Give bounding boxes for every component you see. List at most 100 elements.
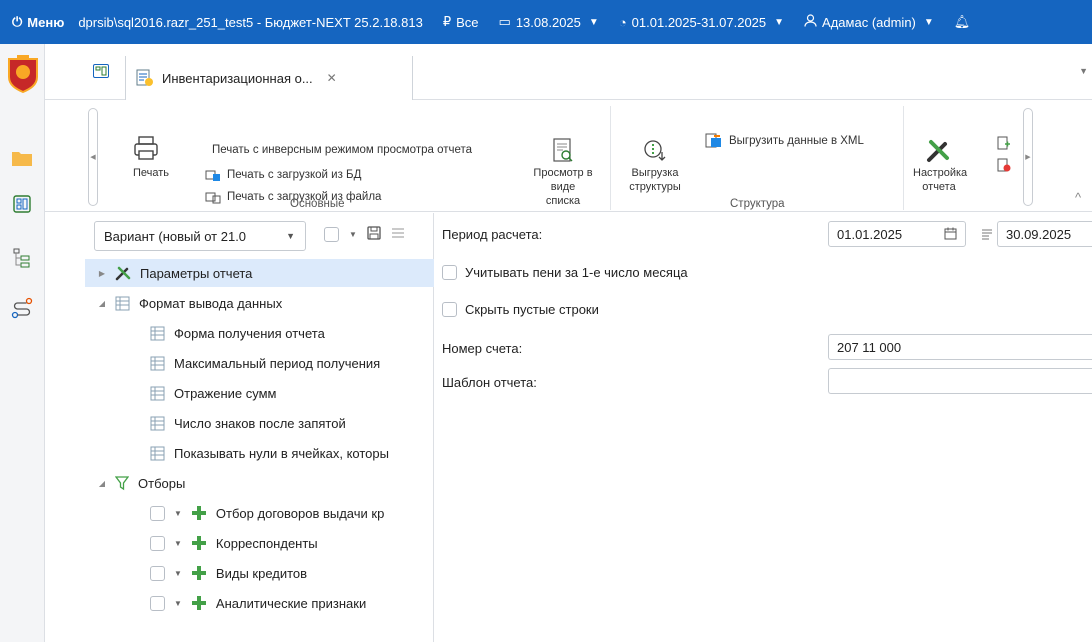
ribbon-scroll-right[interactable]: ▶ xyxy=(1023,108,1033,206)
penalty-label: Учитывать пени за 1-е число месяца xyxy=(465,265,688,280)
period-from-input[interactable]: 01.01.2025 xyxy=(828,221,966,247)
xml-export-icon xyxy=(705,133,721,148)
hierarchy-icon[interactable] xyxy=(8,244,36,272)
tree-node-label: Максимальный период получения xyxy=(174,355,381,371)
tree-node-label: Формат вывода данных xyxy=(139,295,283,311)
table-icon xyxy=(150,386,165,401)
ruble-icon: ₽ xyxy=(442,14,452,29)
power-menu-icon: ⏻ xyxy=(12,14,23,29)
folder-icon[interactable] xyxy=(8,144,36,172)
tree-node-decimals[interactable]: Число знаков после запятой xyxy=(150,409,434,437)
dashboard-icon[interactable] xyxy=(8,190,36,218)
filter-checkbox[interactable] xyxy=(150,565,165,581)
small-doc-delete-icon[interactable] xyxy=(997,158,1011,175)
variant-select-all-checkbox[interactable] xyxy=(324,227,339,242)
tree-node-max-period[interactable]: Максимальный период получения xyxy=(150,349,434,377)
print-db-icon xyxy=(205,170,220,181)
tree-node-label: Отборы xyxy=(138,475,186,491)
print-label: Печать xyxy=(133,167,170,179)
penalty-checkbox-row[interactable]: Учитывать пени за 1-е число месяца xyxy=(442,265,688,280)
table-icon xyxy=(150,416,165,431)
work-date-selector[interactable]: ▭ 13.08.2025 ▼ xyxy=(499,14,599,30)
close-icon[interactable]: ✕ xyxy=(327,71,337,85)
tree-node-correspondents[interactable]: ▼ Корреспонденты xyxy=(150,529,434,557)
ribbon: ◀ Печать Печать с инверсным режимом прос… xyxy=(45,100,1092,212)
left-rail xyxy=(0,44,45,642)
hide-empty-label: Скрыть пустые строки xyxy=(465,302,599,317)
variant-selector[interactable]: Вариант (новый от 21.0 ▼ xyxy=(94,221,306,251)
chevron-down-icon[interactable]: ▼ xyxy=(174,509,182,518)
tree-node-report-params[interactable]: ▶ Параметры отчета xyxy=(85,259,434,287)
desktop-tab-icon[interactable] xyxy=(93,64,109,81)
list-view-button[interactable]: Просмотр в виде списка xyxy=(533,138,593,208)
tree-node-label: Виды кредитов xyxy=(215,565,308,581)
save-icon[interactable] xyxy=(367,226,381,243)
period-to-input[interactable]: 30.09.2025 xyxy=(997,221,1092,247)
filter-checkbox[interactable] xyxy=(150,505,165,521)
tab-inventory-report[interactable]: Инвентаризационная о... ✕ xyxy=(125,56,413,100)
small-doc-add-icon[interactable] xyxy=(997,136,1011,153)
notifications-button[interactable]: 🔔︎ xyxy=(954,14,971,30)
tree-node-filters[interactable]: ◢ Отборы xyxy=(85,469,434,497)
green-plus-icon xyxy=(191,595,207,611)
chevron-down-icon[interactable]: ▼ xyxy=(174,539,182,548)
tree-node-report-form[interactable]: Форма получения отчета xyxy=(150,319,434,347)
report-settings-button[interactable]: Настройка отчета xyxy=(913,138,967,194)
tree-node-loan-types[interactable]: ▼ Виды кредитов xyxy=(150,559,434,587)
expanded-triangle-icon: ◢ xyxy=(98,478,106,488)
collapse-ribbon-icon[interactable]: ^ xyxy=(1075,190,1081,205)
group-label-main: Основные xyxy=(290,198,345,210)
export-structure-button[interactable]: Выгрузка структуры xyxy=(627,138,683,194)
currency-filter-label: Все xyxy=(456,14,479,30)
emblem-logo[interactable] xyxy=(5,54,41,93)
tree-node-label: Форма получения отчета xyxy=(174,325,325,341)
tree-node-loan-contracts-filter[interactable]: ▼ Отбор договоров выдачи кр xyxy=(150,499,434,527)
calendar-icon[interactable] xyxy=(944,227,957,243)
print-inverse-button[interactable]: Печать с инверсным режимом просмотра отч… xyxy=(212,144,472,156)
chevron-down-icon[interactable]: ▼ xyxy=(174,599,182,608)
ribbon-separator xyxy=(903,106,904,210)
chevron-down-icon[interactable]: ▼ xyxy=(174,569,182,578)
filter-checkbox[interactable] xyxy=(150,535,165,551)
user-menu[interactable]: Адамас (admin) ▼ xyxy=(804,14,934,30)
print-db-label: Печать с загрузкой из БД xyxy=(227,169,362,181)
period-selector[interactable]: ◔ 01.01.2025-31.07.2025 ▼ xyxy=(619,15,784,30)
expanded-triangle-icon: ◢ xyxy=(98,298,106,308)
table-icon xyxy=(150,326,165,341)
print-from-db-button[interactable]: Печать с загрузкой из БД xyxy=(205,168,361,182)
tree-node-output-format[interactable]: ◢ Формат вывода данных xyxy=(85,289,434,317)
account-field-label: Номер счета: xyxy=(442,341,523,356)
export-xml-button[interactable]: Выгрузить данные в XML xyxy=(705,133,864,149)
ribbon-scroll-left[interactable]: ◀ xyxy=(88,108,98,206)
hide-empty-checkbox-row[interactable]: Скрыть пустые строки xyxy=(442,302,599,317)
account-number-input[interactable]: 207 11 000 xyxy=(828,334,1092,360)
main-menu-button[interactable]: ⏻ Меню xyxy=(12,14,64,30)
period-to-value: 30.09.2025 xyxy=(1006,226,1072,242)
table-icon xyxy=(150,446,165,461)
chevron-down-icon: ▼ xyxy=(286,231,295,241)
tab-overflow-button[interactable]: ▼ xyxy=(1079,66,1088,76)
list-lines-icon[interactable] xyxy=(391,227,405,242)
tree-node-label: Параметры отчета xyxy=(140,265,253,281)
workflow-route-icon[interactable] xyxy=(8,294,36,322)
tree-node-amounts[interactable]: Отражение сумм xyxy=(150,379,434,407)
penalty-checkbox[interactable] xyxy=(442,265,457,280)
tools-icon xyxy=(115,265,131,281)
calendar-icon: ▭ xyxy=(498,14,511,29)
group-label-structure: Структура xyxy=(730,198,785,210)
tree-node-analytic-attributes[interactable]: ▼ Аналитические признаки xyxy=(150,589,434,617)
tab-strip: Инвентаризационная о... ✕ ▼ xyxy=(45,44,1092,100)
tree-node-show-zeros[interactable]: Показывать нули в ячейках, которы xyxy=(150,439,434,467)
account-number-value: 207 11 000 xyxy=(837,339,902,355)
filter-checkbox[interactable] xyxy=(150,595,165,611)
hide-empty-checkbox[interactable] xyxy=(442,302,457,317)
report-template-input[interactable] xyxy=(828,368,1092,394)
chevron-down-icon: ▼ xyxy=(774,16,785,28)
report-document-icon xyxy=(136,69,154,87)
print-button[interactable]: Печать xyxy=(133,134,169,180)
export-structure-label-1: Выгрузка xyxy=(631,167,679,179)
chevron-down-icon[interactable]: ▼ xyxy=(349,230,357,239)
print-file-icon xyxy=(205,192,221,204)
period-mode-icon[interactable] xyxy=(981,228,993,243)
currency-filter[interactable]: ₽ Все xyxy=(443,14,479,30)
